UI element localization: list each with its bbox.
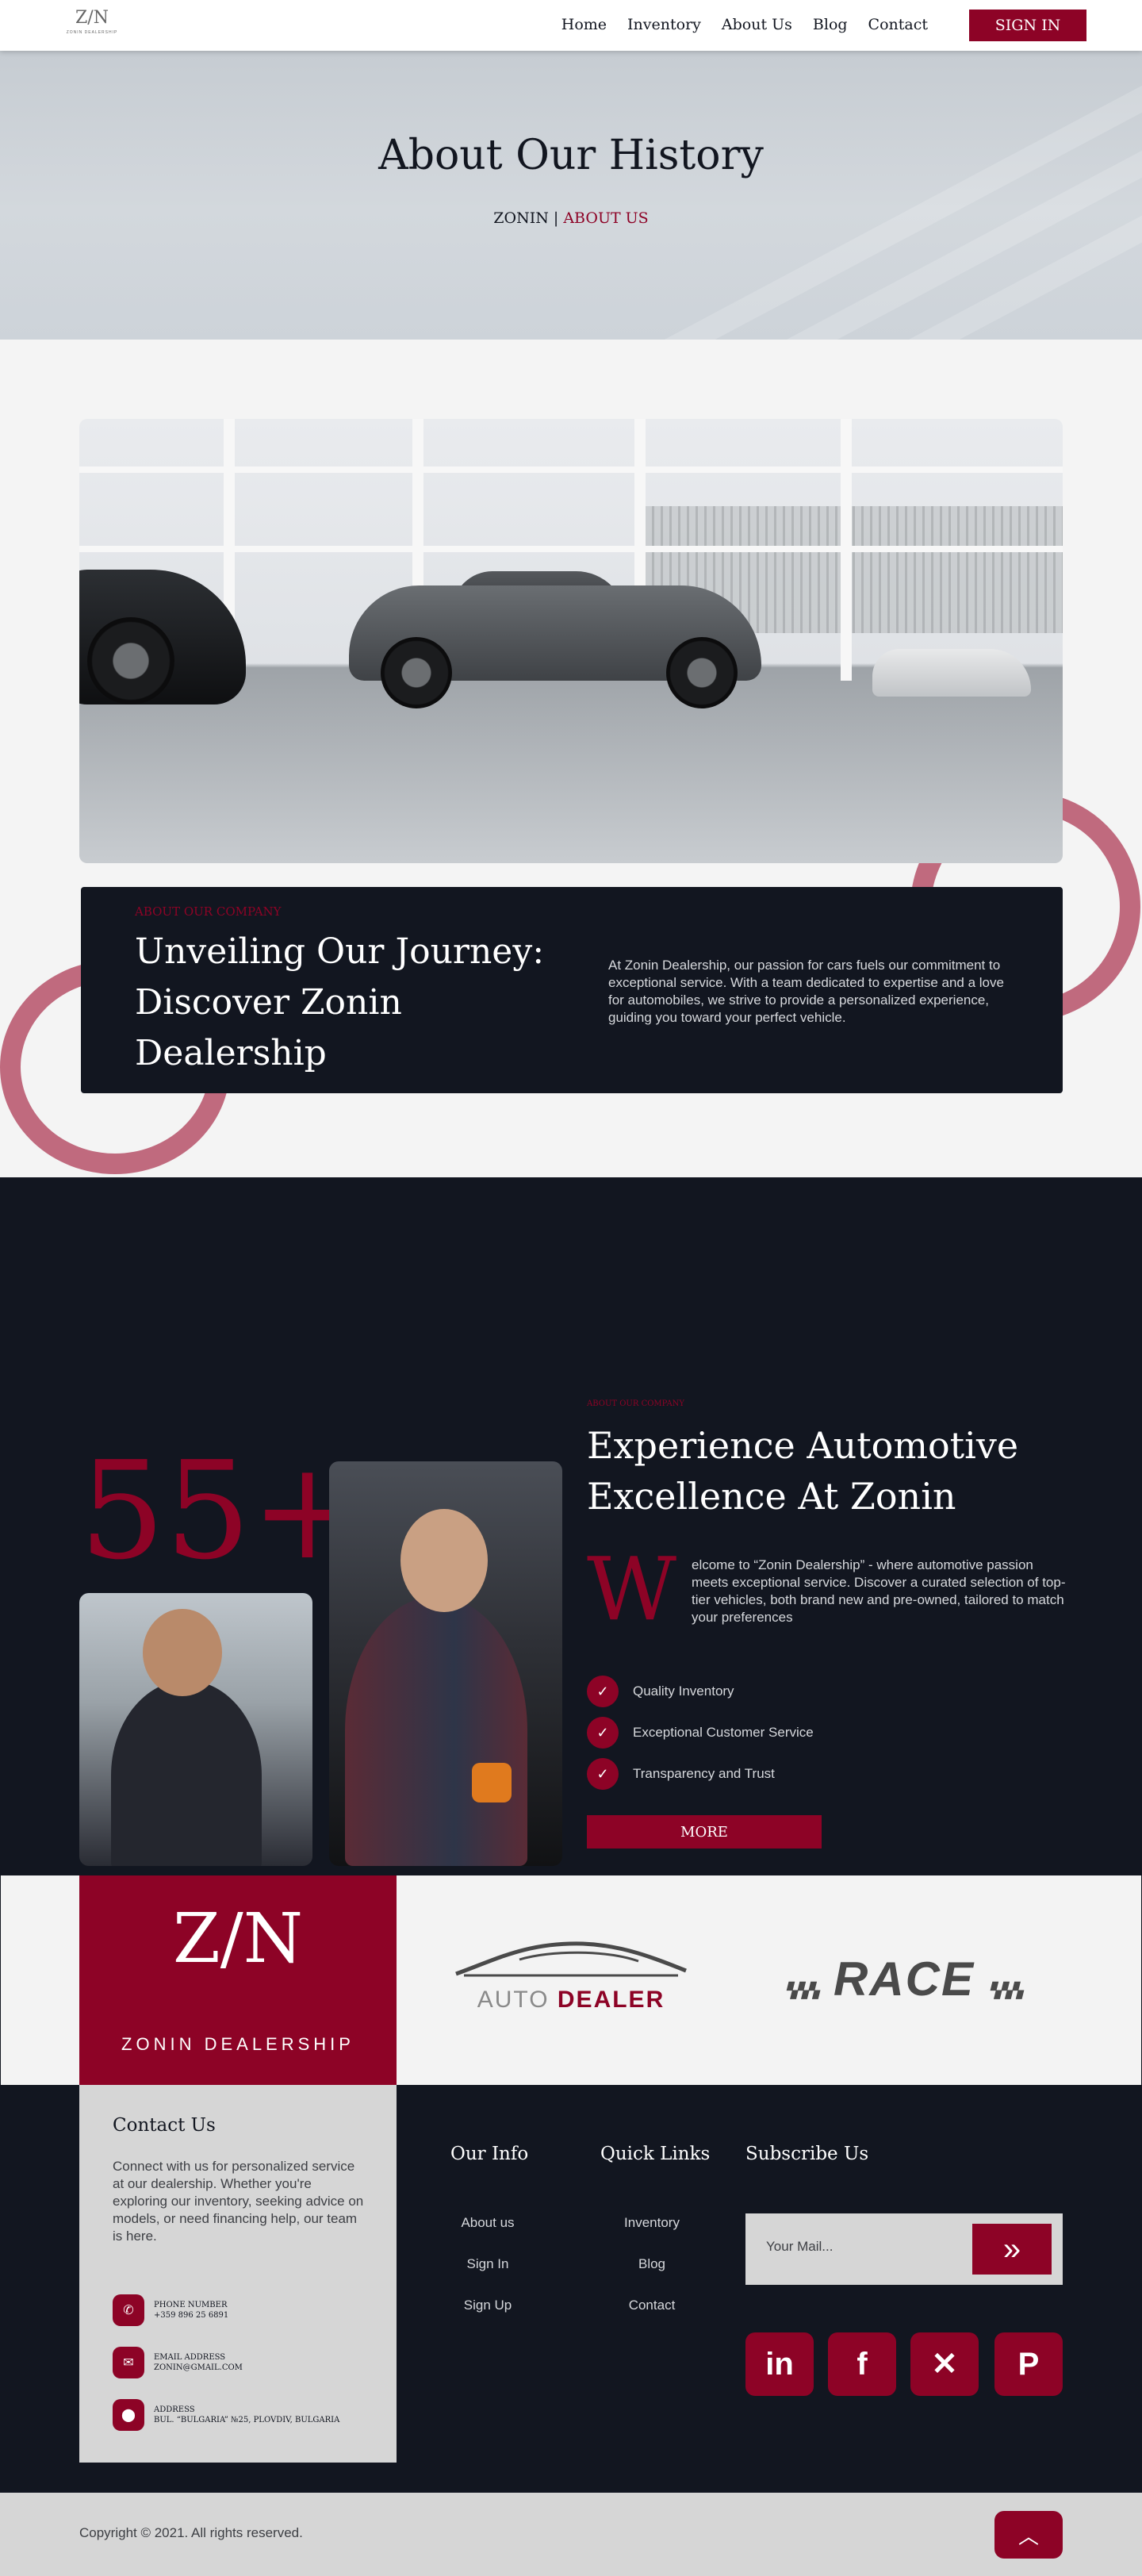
breadcrumb-home[interactable]: ZONIN	[493, 209, 549, 227]
linkedin-icon[interactable]: in	[745, 2332, 814, 2396]
car-wheel	[381, 637, 452, 708]
feature-label: Quality Inventory	[633, 1683, 734, 1699]
years-count: 55+	[79, 1433, 364, 1590]
car-wheel	[87, 617, 174, 704]
subscribe-submit-button[interactable]: »	[972, 2224, 1052, 2275]
journey-body: At Zonin Dealership, our passion for car…	[608, 958, 1004, 1025]
breadcrumb-current: ABOUT US	[563, 209, 649, 227]
x-twitter-icon[interactable]: ✕	[910, 2332, 979, 2396]
email-label: EMAIL ADDRESS	[154, 2353, 226, 2362]
logo-text: ZONIN DEALERSHIP	[66, 30, 118, 35]
phone-value: +359 896 25 6891	[154, 2311, 229, 2320]
checkered-flag-icon: ▚▚▚	[785, 1983, 819, 1998]
page-title: About Our History	[378, 132, 764, 179]
window-frame	[79, 546, 1063, 552]
contact-phone[interactable]: ✆ PHONE NUMBER +359 896 25 6891	[113, 2294, 228, 2326]
top-navbar: Z/N ZONIN DEALERSHIP Home Inventory Abou…	[0, 0, 1142, 51]
check-icon: ✓	[587, 1758, 619, 1790]
zonin-logo-mark: Z/N	[173, 1899, 303, 1979]
footer-link-contact[interactable]: Contact	[608, 2298, 696, 2313]
pinterest-icon[interactable]: P	[994, 2332, 1063, 2396]
mechanic-photo	[329, 1461, 562, 1866]
feature-item: ✓ Transparency and Trust	[587, 1758, 775, 1790]
dealer-text: DEALER	[557, 1987, 665, 2013]
double-chevron-right-icon: »	[1002, 2232, 1021, 2267]
sign-in-button[interactable]: SIGN IN	[969, 10, 1086, 41]
phone-label: PHONE NUMBER	[154, 2301, 228, 2309]
copyright-text: Copyright © 2021. All rights reserved.	[79, 2525, 303, 2540]
address-label: ADDRESS	[154, 2405, 195, 2414]
subscribe-title: Subscribe Us	[745, 2144, 869, 2164]
nav-link-contact[interactable]: Contact	[868, 16, 928, 33]
our-info-title: Our Info	[450, 2144, 529, 2164]
race-text: RACE	[833, 1952, 975, 2006]
experience-body: elcome to “Zonin Dealership” - where aut…	[692, 1557, 1066, 1625]
footer-link-signin[interactable]: Sign In	[444, 2256, 531, 2272]
footer-link-signup[interactable]: Sign Up	[444, 2298, 531, 2313]
contact-body: Connect with us for personalized service…	[113, 2159, 364, 2244]
auto-text: AUTO	[477, 1987, 550, 2013]
race-logo: ▚▚▚ RACE ▚▚▚	[745, 1952, 1063, 2007]
showroom-image	[79, 419, 1063, 863]
car-wheel	[666, 637, 738, 708]
subscribe-form: Your Mail... »	[745, 2213, 1063, 2285]
contact-email[interactable]: ✉ EMAIL ADDRESS ZONIN@GMAIL.COM	[113, 2347, 243, 2378]
mail-icon: ✉	[113, 2347, 144, 2378]
nav-logo[interactable]: Z/N ZONIN DEALERSHIP	[59, 6, 125, 43]
footer-link-blog[interactable]: Blog	[608, 2256, 696, 2272]
car-silhouette-icon	[455, 1941, 687, 1977]
location-pin-icon: ⬤	[113, 2399, 144, 2431]
zonin-brand-logo: Z/N ZONIN DEALERSHIP	[79, 1875, 397, 2085]
nav-link-home[interactable]: Home	[561, 16, 607, 33]
person-head	[143, 1609, 222, 1696]
nav-links: Home Inventory About Us Blog Contact	[561, 16, 928, 33]
person-body	[345, 1596, 527, 1866]
glove	[472, 1763, 512, 1802]
facebook-icon[interactable]: f	[828, 2332, 896, 2396]
zonin-logo-text: ZONIN DEALERSHIP	[121, 2034, 354, 2054]
salesman-photo	[79, 1593, 312, 1866]
page-hero: About Our History ZONIN | ABOUT US	[0, 51, 1142, 340]
auto-dealer-logo: AUTO DEALER	[448, 1936, 694, 2015]
window-frame	[79, 466, 1063, 473]
quick-links-title: Quick Links	[600, 2144, 711, 2164]
email-value: ZONIN@GMAIL.COM	[154, 2363, 243, 2372]
breadcrumb-separator: |	[548, 209, 564, 227]
check-icon: ✓	[587, 1717, 619, 1749]
chevron-up-icon: ︿	[1017, 2524, 1039, 2548]
experience-heading: Experience Automotive Excellence At Zoni…	[587, 1424, 1019, 1518]
contact-title: Contact Us	[113, 2115, 216, 2136]
address-value: BUL. “BULGARIA” №25, PLOVDIV, BULGARIA	[154, 2416, 340, 2424]
check-icon: ✓	[587, 1676, 619, 1707]
breadcrumb: ZONIN | ABOUT US	[0, 209, 1142, 227]
feature-label: Exceptional Customer Service	[633, 1725, 814, 1740]
feature-item: ✓ Quality Inventory	[587, 1676, 734, 1707]
background-car	[872, 649, 1031, 697]
nav-link-about[interactable]: About Us	[722, 16, 792, 33]
footer-link-inventory[interactable]: Inventory	[608, 2215, 696, 2231]
nav-link-blog[interactable]: Blog	[813, 16, 848, 33]
experience-tag: ABOUT OUR COMPANY	[587, 1399, 685, 1408]
phone-icon: ✆	[113, 2294, 144, 2326]
journey-tag: ABOUT OUR COMPANY	[135, 904, 282, 919]
journey-card: ABOUT OUR COMPANY Unveiling Our Journey:…	[81, 887, 1063, 1093]
feature-item: ✓ Exceptional Customer Service	[587, 1717, 814, 1749]
more-button[interactable]: MORE	[587, 1815, 822, 1849]
subscribe-email-input[interactable]: Your Mail...	[766, 2239, 833, 2255]
journey-heading: Unveiling Our Journey: Discover Zonin De…	[135, 931, 545, 1073]
contact-address[interactable]: ⬤ ADDRESS BUL. “BULGARIA” №25, PLOVDIV, B…	[113, 2399, 339, 2431]
person-body	[111, 1680, 262, 1866]
checkered-flag-icon: ▚▚▚	[989, 1983, 1023, 1998]
contact-card: Contact Us Connect with us for personali…	[79, 2085, 397, 2463]
feature-label: Transparency and Trust	[633, 1766, 775, 1781]
scroll-to-top-button[interactable]: ︿	[994, 2511, 1063, 2559]
footer-link-about[interactable]: About us	[444, 2215, 531, 2231]
person-head	[400, 1509, 488, 1612]
logo-mark: Z/N	[75, 8, 109, 28]
drop-cap: W	[587, 1538, 677, 1640]
nav-link-inventory[interactable]: Inventory	[627, 16, 701, 33]
